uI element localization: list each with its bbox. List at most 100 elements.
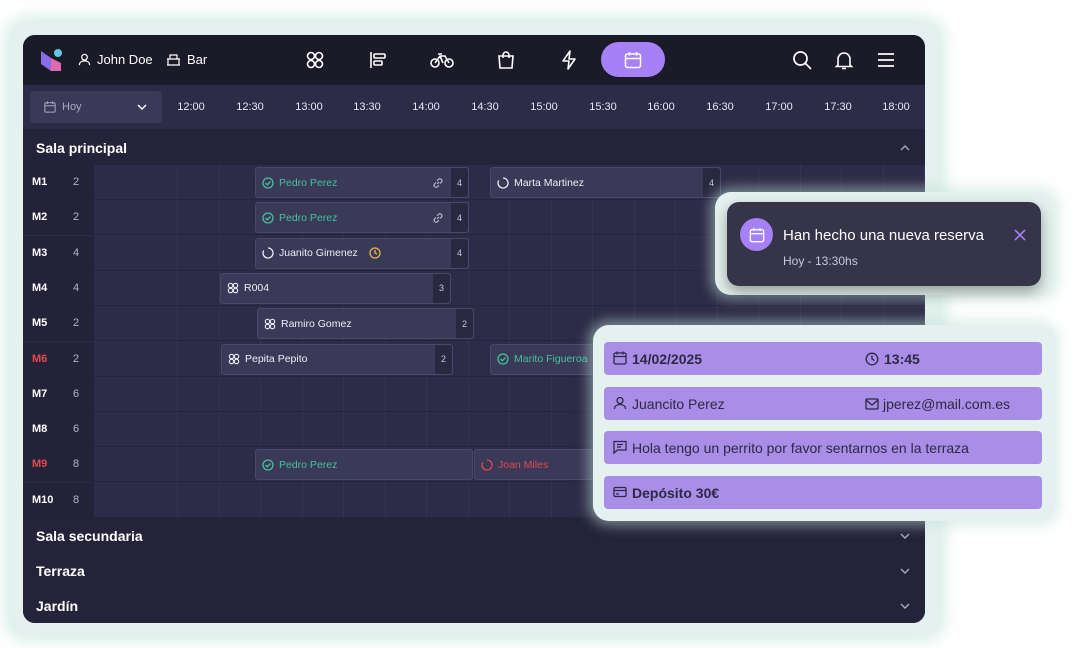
group-icon	[227, 283, 239, 294]
table-name: M3	[32, 246, 48, 259]
section-title: Sala secundaria	[36, 527, 143, 544]
reservation-block[interactable]: Pedro Perez 4	[255, 167, 469, 198]
nav-quick-button[interactable]	[537, 42, 601, 77]
table-capacity: 4	[73, 246, 80, 259]
nav-grid-button[interactable]	[283, 42, 347, 77]
pending-icon	[497, 176, 509, 189]
reservation-count: 2	[435, 344, 452, 374]
top-bar: John Doe Bar	[23, 35, 925, 85]
detail-email: jperez@mail.com.es	[883, 396, 1011, 412]
reservation-guest: Pedro Perez	[279, 458, 338, 471]
table-capacity: 8	[73, 493, 80, 506]
time-label: 14:00	[412, 101, 440, 113]
table-name: M10	[32, 493, 54, 506]
calendar-icon	[44, 101, 56, 113]
notifications-button[interactable]	[833, 49, 855, 71]
nav-reservations-button[interactable]	[601, 42, 665, 77]
menu-button[interactable]	[875, 49, 897, 71]
reservation-guest: Marito Figueroa	[514, 353, 588, 365]
search-icon	[793, 51, 812, 70]
reservation-block[interactable]: Pedro Perez 4	[255, 202, 469, 234]
time-label: 15:00	[530, 101, 558, 113]
time-label: 17:30	[824, 101, 852, 113]
reservation-block[interactable]: Juanito Gimenez 4	[255, 237, 469, 269]
time-label: 16:00	[647, 101, 675, 113]
reservation-block[interactable]: Marta Martinez 4	[490, 167, 721, 198]
chevron-down-icon	[900, 568, 910, 574]
link-icon	[433, 213, 443, 224]
detail-deposit[interactable]: Depósito 30€	[604, 476, 1042, 509]
reservation-block[interactable]: R004 3	[220, 272, 451, 304]
venue-menu[interactable]: Bar	[166, 52, 207, 67]
counter-icon	[167, 54, 180, 66]
chevron-down-icon	[900, 603, 910, 609]
reservation-block[interactable]: Marito Figueroa	[490, 343, 610, 375]
reservation-count: 4	[451, 168, 468, 197]
new-reservation-notification[interactable]: Han hecho una nueva reserva Hoy - 13:30h…	[727, 202, 1041, 286]
time-label: 12:00	[177, 101, 205, 113]
time-label: 12:30	[236, 101, 264, 113]
detail-time: 13:45	[884, 351, 920, 367]
reservation-block[interactable]: Pedro Perez	[255, 449, 473, 481]
stage: John Doe Bar Hoy 12:00 12:30 13:00 13:30…	[0, 0, 1079, 648]
bell-icon	[834, 52, 854, 70]
calendar-icon	[749, 227, 764, 242]
table-capacity: 2	[73, 176, 80, 188]
reservation-guest: Pedro Perez	[279, 176, 338, 189]
notification-subtitle: Hoy - 13:30hs	[783, 254, 858, 268]
detail-name: Juancito Perez	[632, 396, 725, 412]
table-name: M5	[32, 317, 48, 330]
reservation-block[interactable]: Ramiro Gomez 2	[257, 308, 474, 340]
table-name: M9	[32, 458, 48, 471]
nav-shop-button[interactable]	[474, 42, 538, 77]
reservation-count: 4	[703, 168, 720, 197]
chevron-up-icon	[900, 145, 910, 151]
search-button[interactable]	[791, 49, 813, 71]
reservation-guest: Joan Miles	[498, 458, 549, 471]
check-circle-icon	[262, 212, 274, 224]
credit-card-icon	[613, 486, 627, 498]
nav-floor-button[interactable]	[346, 42, 410, 77]
time-label: 14:30	[471, 101, 499, 113]
time-label: 13:00	[295, 101, 323, 113]
brand-logo[interactable]	[39, 47, 65, 73]
reservation-guest: Juanito Gimenez	[279, 247, 358, 260]
time-label: 17:00	[765, 101, 793, 113]
group-icon	[228, 353, 240, 365]
detail-datetime[interactable]: 14/02/2025 13:45	[604, 342, 1042, 375]
check-circle-icon	[497, 353, 509, 365]
date-selector[interactable]: Hoy	[30, 91, 162, 123]
close-icon[interactable]	[1013, 228, 1027, 242]
mail-icon	[865, 398, 879, 410]
chevron-down-icon	[137, 104, 147, 111]
pending-icon	[262, 247, 274, 259]
section-header-garden[interactable]: Jardín	[23, 588, 925, 623]
reservation-count: 4	[451, 238, 468, 268]
clock-icon	[865, 352, 879, 366]
nav-delivery-button[interactable]	[410, 42, 474, 77]
timeline-header: Hoy 12:00 12:30 13:00 13:30 14:00 14:30 15:00 1…	[23, 85, 925, 130]
table-name: M6	[32, 352, 48, 365]
section-header-terrace[interactable]: Terraza	[23, 553, 925, 588]
section-header-main[interactable]: Sala principal	[23, 130, 925, 165]
date-selector-value: Hoy	[62, 101, 82, 113]
reservation-guest: Pedro Perez	[279, 211, 338, 224]
section-header-secondary[interactable]: Sala secundaria	[23, 518, 925, 553]
time-label: 13:30	[353, 101, 381, 113]
detail-message-text: Hola tengo un perrito por favor sentarno…	[632, 440, 969, 456]
table-capacity: 2	[73, 211, 80, 224]
bike-icon	[430, 52, 454, 68]
detail-date: 14/02/2025	[632, 351, 703, 367]
user-icon	[78, 53, 91, 66]
detail-contact[interactable]: Juancito Perez jperez@mail.com.es	[604, 387, 1042, 420]
notification-title: Han hecho una nueva reserva	[783, 227, 984, 244]
check-circle-icon	[262, 459, 274, 471]
reservation-block[interactable]: Pepita Pepito 2	[221, 343, 453, 375]
reservation-count: 2	[456, 309, 473, 339]
detail-message[interactable]: Hola tengo un perrito por favor sentarno…	[604, 431, 1042, 464]
table-name: M1	[32, 176, 48, 188]
user-menu[interactable]: John Doe	[78, 52, 153, 67]
floor-layout-icon	[370, 51, 386, 68]
table-name: M8	[32, 423, 48, 436]
table-capacity: 4	[73, 281, 80, 294]
